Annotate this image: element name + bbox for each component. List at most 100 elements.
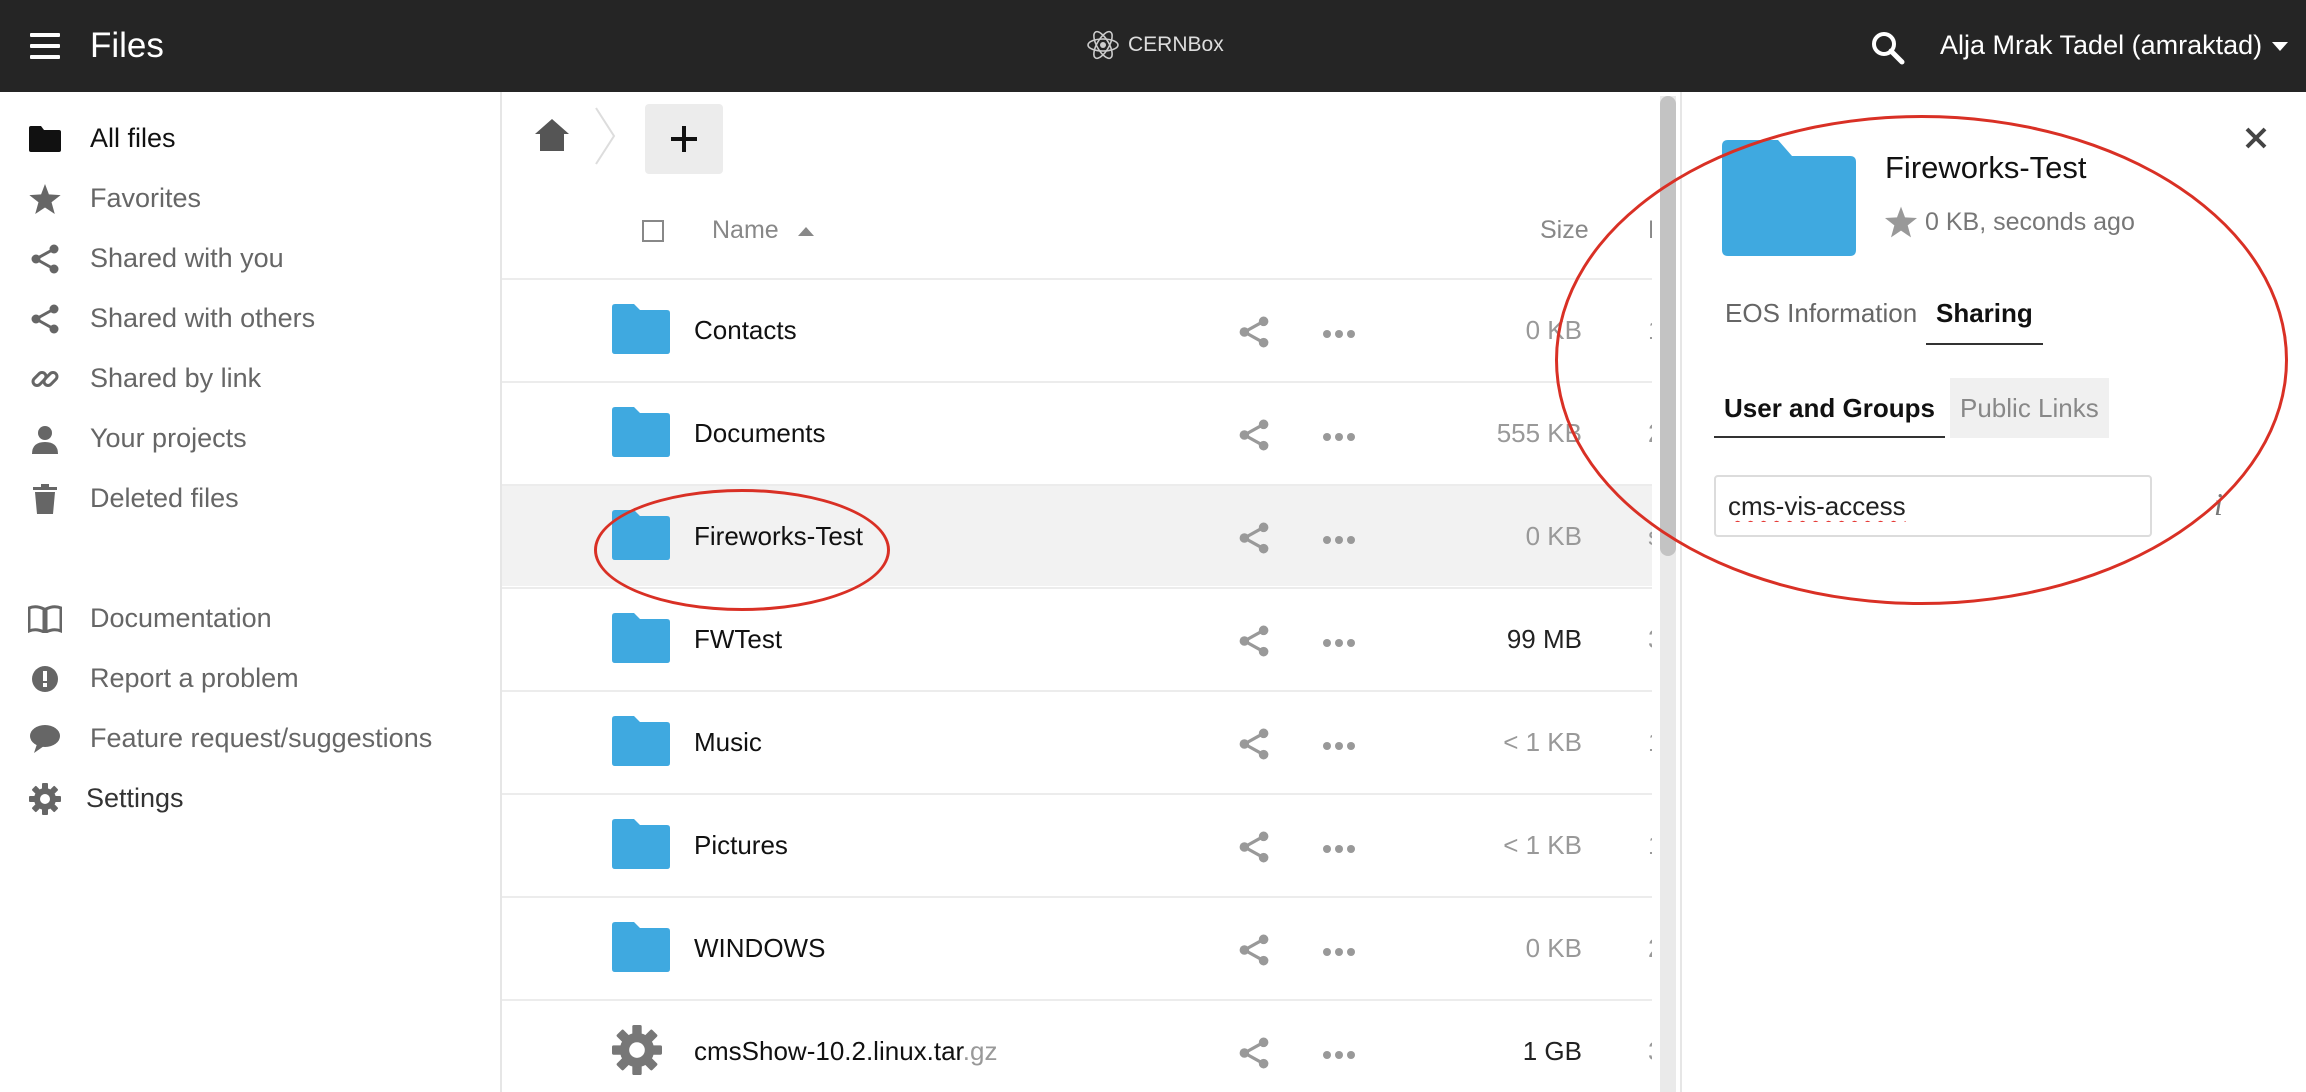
star-icon xyxy=(28,184,62,214)
select-all-checkbox[interactable] xyxy=(642,220,664,242)
file-name[interactable]: Contacts xyxy=(694,315,797,346)
file-modified: 2 xyxy=(1648,933,1652,964)
book-icon xyxy=(28,604,62,634)
more-actions-icon[interactable] xyxy=(1322,635,1356,647)
tab-public-links[interactable]: Public Links xyxy=(1950,378,2109,438)
file-size: 1 GB xyxy=(1522,1036,1582,1066)
link-icon xyxy=(28,364,62,394)
search-icon[interactable] xyxy=(1870,30,1906,66)
share-icon[interactable] xyxy=(1238,1037,1270,1069)
table-row[interactable]: cmsShow-10.2.linux.tar.gz 1 GB 3 xyxy=(502,999,1652,1092)
share-icon[interactable] xyxy=(1238,316,1270,348)
file-name[interactable]: cmsShow-10.2.linux.tar.gz xyxy=(694,1036,997,1067)
gear-icon xyxy=(612,1025,670,1075)
more-actions-icon[interactable] xyxy=(1322,738,1356,750)
home-icon[interactable] xyxy=(534,118,570,152)
sidebar-item-favorites[interactable]: Favorites xyxy=(0,168,500,228)
file-size: 0 KB xyxy=(1525,315,1582,345)
tab-user-and-groups[interactable]: User and Groups xyxy=(1714,378,1945,438)
sidebar-item-report-problem[interactable]: Report a problem xyxy=(0,648,500,708)
share-icon[interactable] xyxy=(1238,831,1270,863)
folder-icon xyxy=(28,124,62,154)
table-row[interactable]: FWTest 99 MB 3 xyxy=(502,587,1652,689)
sidebar-item-shared-with-you[interactable]: Shared with you xyxy=(0,228,500,288)
alert-icon xyxy=(28,664,62,694)
more-actions-icon[interactable] xyxy=(1322,841,1356,853)
folder-icon xyxy=(612,819,670,869)
hamburger-menu-icon[interactable] xyxy=(30,33,60,59)
file-name[interactable]: FWTest xyxy=(694,624,782,655)
info-icon[interactable]: i xyxy=(2214,486,2223,523)
sidebar-item-shared-with-others[interactable]: Shared with others xyxy=(0,288,500,348)
more-actions-icon[interactable] xyxy=(1322,1047,1356,1059)
star-icon[interactable] xyxy=(1885,206,1917,238)
folder-icon xyxy=(612,716,670,766)
table-row[interactable]: Contacts 0 KB 1 xyxy=(502,278,1652,380)
tab-eos-information[interactable]: EOS Information xyxy=(1715,298,1927,343)
file-name[interactable]: Documents xyxy=(694,418,826,449)
table-row[interactable]: Fireworks-Test 0 KB s xyxy=(502,484,1652,586)
sidebar-item-your-projects[interactable]: Your projects xyxy=(0,408,500,468)
gear-icon xyxy=(28,783,62,815)
file-name[interactable]: Fireworks-Test xyxy=(694,521,863,552)
sidebar-item-settings[interactable]: Settings xyxy=(0,768,500,828)
file-size: < 1 KB xyxy=(1503,727,1582,757)
share-icon[interactable] xyxy=(1238,522,1270,554)
share-with-input[interactable] xyxy=(1714,475,2152,537)
file-name[interactable]: Music xyxy=(694,727,762,758)
column-header-modified[interactable]: M xyxy=(1648,216,1652,245)
share-icon[interactable] xyxy=(1238,419,1270,451)
file-name[interactable]: WINDOWS xyxy=(694,933,825,964)
share-icon[interactable] xyxy=(1238,934,1270,966)
user-icon xyxy=(28,424,62,454)
file-modified: 3 xyxy=(1648,1036,1652,1067)
scrollbar[interactable] xyxy=(1660,96,1676,1092)
file-modified: 1 xyxy=(1648,830,1652,861)
file-modified: 1 xyxy=(1648,727,1652,758)
column-header-size[interactable]: Size xyxy=(1540,216,1589,245)
sidebar-item-shared-by-link[interactable]: Shared by link xyxy=(0,348,500,408)
table-row[interactable]: Documents 555 KB 2 xyxy=(502,381,1652,483)
chevron-down-icon xyxy=(2272,42,2289,52)
folder-icon xyxy=(612,407,670,457)
more-actions-icon[interactable] xyxy=(1322,532,1356,544)
app-title: Files xyxy=(90,26,164,65)
close-icon[interactable] xyxy=(2244,126,2268,150)
scrollbar-thumb[interactable] xyxy=(1660,96,1676,556)
file-modified: 3 xyxy=(1648,624,1652,655)
file-modified: 1 xyxy=(1648,315,1652,346)
folder-icon xyxy=(612,613,670,663)
logo-text: CERNBox xyxy=(1128,33,1224,56)
table-row[interactable]: Music < 1 KB 1 xyxy=(502,690,1652,792)
user-menu[interactable]: Alja Mrak Tadel (amraktad) xyxy=(1940,30,2289,61)
share-icon[interactable] xyxy=(1238,625,1270,657)
file-size: < 1 KB xyxy=(1503,830,1582,860)
details-panel: Fireworks-Test 0 KB, seconds ago EOS Inf… xyxy=(1680,92,2306,1092)
file-list-area: Name Size M Contacts 0 KB 1 Documents 555 KB… xyxy=(502,92,1652,1092)
table-row[interactable]: WINDOWS 0 KB 2 xyxy=(502,896,1652,998)
trash-icon xyxy=(28,484,62,514)
more-actions-icon[interactable] xyxy=(1322,326,1356,338)
file-name[interactable]: Pictures xyxy=(694,830,788,861)
table-row[interactable]: Pictures < 1 KB 1 xyxy=(502,793,1652,895)
sort-ascending-icon xyxy=(798,227,814,236)
share-icon xyxy=(28,244,62,274)
file-size: 0 KB xyxy=(1525,521,1582,551)
breadcrumb-separator-icon xyxy=(594,106,616,166)
atom-icon xyxy=(1087,30,1119,60)
details-title: Fireworks-Test xyxy=(1885,150,2087,185)
sidebar-item-all-files[interactable]: All files xyxy=(0,108,500,168)
plus-icon xyxy=(671,126,697,152)
more-actions-icon[interactable] xyxy=(1322,944,1356,956)
cernbox-logo[interactable]: CERNBox xyxy=(1086,28,1224,62)
share-icon[interactable] xyxy=(1238,728,1270,760)
column-header-name[interactable]: Name xyxy=(712,216,779,245)
top-header: Files CERNBox Alja Mrak Tadel (amraktad) xyxy=(0,0,2306,92)
sidebar-item-feature-request[interactable]: Feature request/suggestions xyxy=(0,708,500,768)
more-actions-icon[interactable] xyxy=(1322,429,1356,441)
new-button[interactable] xyxy=(645,104,723,174)
folder-icon xyxy=(1722,140,1856,256)
sidebar-item-deleted-files[interactable]: Deleted files xyxy=(0,468,500,528)
sidebar-item-documentation[interactable]: Documentation xyxy=(0,588,500,648)
tab-sharing[interactable]: Sharing xyxy=(1926,298,2043,345)
